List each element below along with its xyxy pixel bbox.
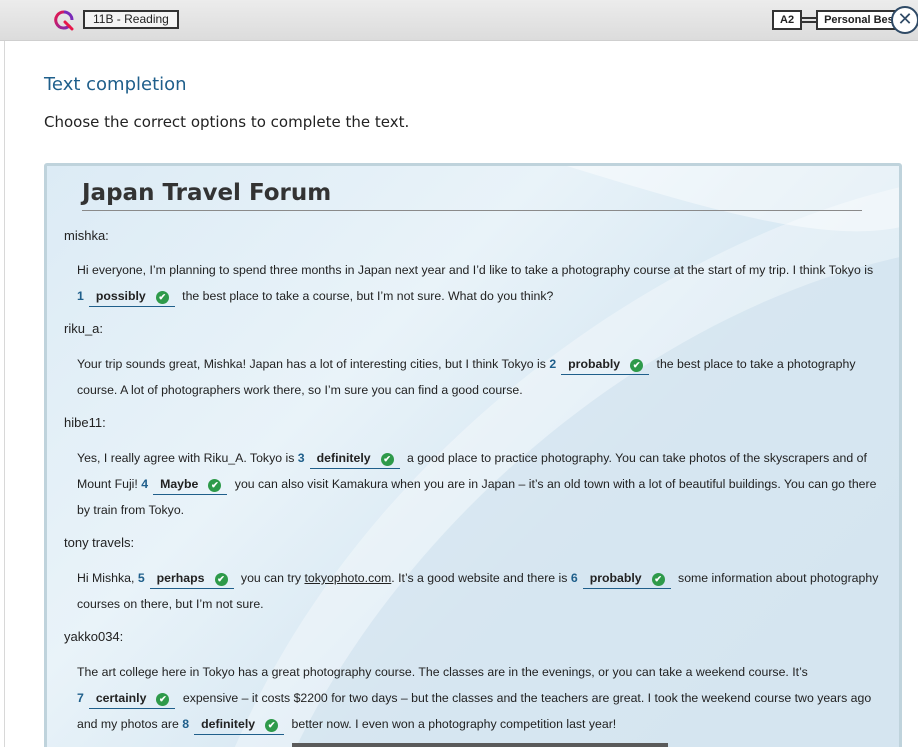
post-body: Hi Mishka, 5 perhaps ✔ you can try tokyoph…: [77, 565, 887, 617]
check-icon: ✔: [208, 479, 222, 492]
post-text: Hi Mishka,: [77, 571, 138, 585]
post-body: Hi everyone, I’m planning to spend three…: [77, 257, 887, 309]
gap-number: 8: [182, 717, 190, 731]
answer-select[interactable]: Maybe ✔: [153, 475, 228, 495]
post-body: Yes, I really agree with Riku_A. Tokyo i…: [77, 445, 887, 523]
post-username: yakko034:: [64, 629, 124, 644]
unit-badge: 11B - Reading: [83, 10, 179, 29]
post-username: mishka:: [64, 228, 109, 243]
answer-value: definitely: [316, 451, 371, 465]
answer-select[interactable]: probably ✔: [582, 569, 671, 589]
answer-value: probably: [568, 357, 621, 371]
instructions: Choose the correct options to complete t…: [44, 113, 410, 131]
answer-gap-1[interactable]: 1 possibly ✔: [77, 283, 179, 309]
answer-value: certainly: [95, 691, 147, 705]
post-text: better now. I even won a photography com…: [288, 717, 617, 731]
post-username: hibe11:: [64, 415, 106, 430]
answer-select[interactable]: probably ✔: [561, 355, 650, 375]
forum-card: Japan Travel Forum mishka: Hi everyone, I…: [44, 163, 902, 747]
close-icon: ✕: [897, 9, 913, 30]
answer-gap-3[interactable]: 3 definitely ✔: [298, 445, 404, 471]
forum-title: Japan Travel Forum: [82, 180, 332, 206]
answer-gap-5[interactable]: 5 perhaps ✔: [138, 565, 238, 591]
answer-value: definitely: [201, 717, 256, 731]
photo: [292, 743, 668, 747]
check-icon: ✔: [155, 291, 169, 304]
gap-number: 2: [549, 357, 557, 371]
answer-gap-4[interactable]: 4 Maybe ✔: [141, 471, 231, 497]
answer-gap-2[interactable]: 2 probably ✔: [549, 351, 653, 377]
post-text: Your trip sounds great, Mishka! Japan ha…: [77, 357, 550, 371]
check-icon: ✔: [265, 719, 279, 732]
check-icon: ✔: [380, 453, 394, 466]
answer-select[interactable]: definitely ✔: [194, 715, 285, 735]
answer-gap-7[interactable]: 7 certainly ✔: [77, 685, 179, 711]
gap-number: 6: [570, 571, 578, 585]
level-indicator: A2 Personal Best: [772, 10, 906, 30]
gap-number: 4: [141, 477, 149, 491]
logo-icon: [54, 10, 74, 31]
answer-select[interactable]: certainly ✔: [88, 689, 176, 709]
post-text: the best place to take a course, but I’m…: [178, 289, 554, 303]
post-body: The art college here in Tokyo has a grea…: [77, 659, 887, 737]
post-text: Hi everyone, I’m planning to spend three…: [77, 263, 874, 277]
answer-value: probably: [589, 571, 642, 585]
page-border: [4, 41, 5, 747]
check-icon: ✔: [630, 359, 644, 372]
answer-gap-8[interactable]: 8 definitely ✔: [182, 711, 288, 737]
check-icon: ✔: [651, 573, 665, 586]
close-button[interactable]: ✕: [891, 6, 918, 34]
level-badge: A2: [772, 10, 803, 30]
answer-select[interactable]: definitely ✔: [309, 449, 400, 469]
check-icon: ✔: [156, 693, 170, 706]
post-username: tony travels:: [64, 535, 135, 550]
post-text: you can try: [237, 571, 305, 585]
post-text: The art college here in Tokyo has a grea…: [77, 665, 808, 679]
top-bar: 11B - Reading A2 Personal Best ✕: [0, 0, 918, 41]
answer-select[interactable]: perhaps ✔: [149, 569, 234, 589]
post-username: riku_a:: [64, 321, 104, 336]
gap-number: 1: [77, 289, 84, 303]
gap-number: 7: [77, 691, 84, 705]
check-icon: ✔: [214, 573, 228, 586]
answer-select[interactable]: possibly ✔: [88, 287, 175, 307]
section-title: Text completion: [44, 74, 187, 95]
answer-value: possibly: [95, 289, 146, 303]
answer-value: Maybe: [160, 477, 199, 491]
post-body: Your trip sounds great, Mishka! Japan ha…: [77, 351, 887, 403]
answer-gap-6[interactable]: 6 probably ✔: [571, 565, 675, 591]
gap-number: 5: [137, 571, 145, 585]
level-connector: [802, 17, 817, 23]
website-link[interactable]: tokyophoto.com: [304, 571, 391, 585]
post-text: Yes, I really agree with Riku_A. Tokyo i…: [77, 451, 298, 465]
post-text: . It’s a good website and there is: [391, 571, 571, 585]
gap-number: 3: [297, 451, 305, 465]
title-divider: [82, 210, 862, 211]
answer-value: perhaps: [156, 571, 205, 585]
